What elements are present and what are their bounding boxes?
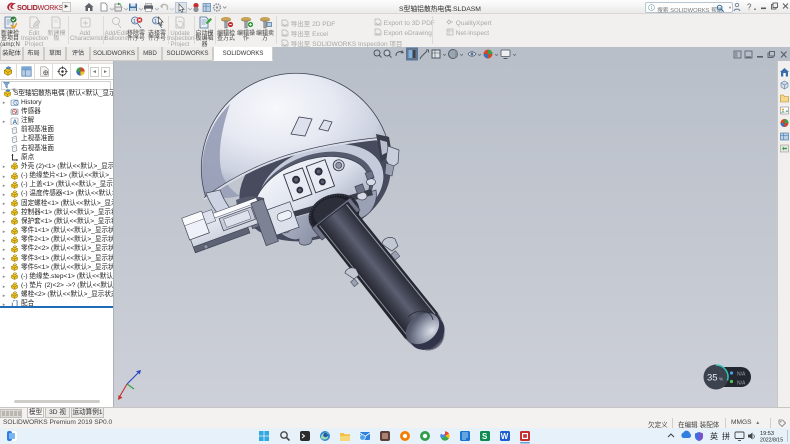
svg-text:英: 英 [710,431,718,441]
svg-text:SOLID: SOLID [17,3,38,12]
svg-text:S: S [482,432,488,441]
svg-text:1: 1 [133,19,136,25]
svg-text:2022/8/15: 2022/8/15 [760,438,783,444]
svg-text:拼: 拼 [722,431,730,441]
svg-text:WORKS: WORKS [38,3,64,12]
svg-text:1: 1 [154,19,157,25]
svg-text:%: % [719,377,723,382]
svg-text:N/A: N/A [737,372,746,378]
svg-text:35: 35 [707,373,718,384]
svg-text:W: W [501,432,509,441]
svg-text:19:53: 19:53 [760,431,774,437]
svg-text:?: ? [747,3,752,12]
svg-text:N/A: N/A [737,381,746,387]
